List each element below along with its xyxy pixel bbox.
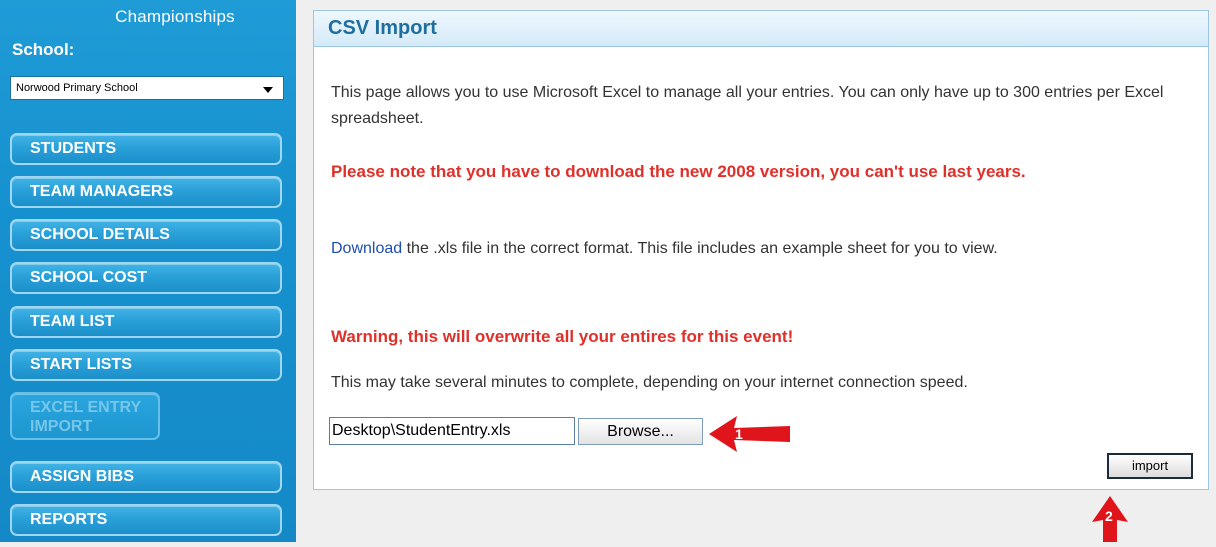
nav-reports[interactable]: REPORTS (10, 504, 282, 536)
step-2-label: 2 (1105, 508, 1113, 524)
nav-excel-entry-import: EXCEL ENTRY IMPORT (10, 392, 160, 440)
nav-school-cost[interactable]: SCHOOL COST (10, 262, 282, 294)
nav-school-details[interactable]: SCHOOL DETAILS (10, 219, 282, 251)
download-link[interactable]: Download (331, 240, 402, 257)
file-path-input[interactable]: Desktop\StudentEntry.xls (329, 417, 575, 445)
nav-team-list[interactable]: TEAM LIST (10, 306, 282, 338)
nav-students[interactable]: STUDENTS (10, 133, 282, 165)
intro-text: This page allows you to use Microsoft Ex… (331, 84, 1164, 127)
school-select[interactable]: Norwood Primary School (10, 76, 284, 100)
step-2-arrow-icon: 2 (1090, 495, 1130, 547)
chevron-down-icon (263, 87, 273, 93)
panel-title: CSV Import (314, 11, 1208, 47)
browse-button[interactable]: Browse... (578, 418, 703, 445)
nav-assign-bibs[interactable]: ASSIGN BIBS (10, 461, 282, 493)
step-1-label: 1 (735, 426, 743, 442)
nav-team-managers[interactable]: TEAM MANAGERS (10, 176, 282, 208)
duration-note: This may take several minutes to complet… (331, 374, 968, 391)
step-1-arrow-icon: 1 (707, 413, 792, 460)
download-paragraph: Download the .xls file in the correct fo… (331, 236, 1181, 262)
import-button[interactable]: import (1107, 453, 1193, 479)
sidebar-title: Championships (115, 7, 235, 26)
download-description: the .xls file in the correct format. Thi… (402, 240, 998, 257)
school-select-value: Norwood Primary School (16, 82, 138, 94)
school-label: School: (12, 40, 75, 59)
sidebar: Championships School: Norwood Primary Sc… (0, 0, 296, 542)
version-note: Please note that you have to download th… (331, 162, 1026, 181)
nav-start-lists[interactable]: START LISTS (10, 349, 282, 381)
overwrite-warning: Warning, this will overwrite all your en… (331, 327, 794, 346)
